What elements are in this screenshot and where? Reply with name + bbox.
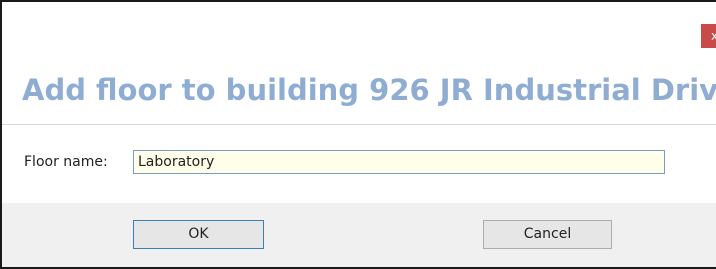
cancel-button[interactable]: Cancel: [483, 220, 612, 249]
ok-button[interactable]: OK: [133, 220, 264, 249]
floor-name-input[interactable]: [133, 150, 665, 174]
dialog-title: Add floor to building 926 JR Industrial …: [22, 73, 716, 107]
dialog-body: Floor name:: [2, 124, 716, 204]
close-button[interactable]: x: [701, 24, 716, 48]
dialog-footer: OK Cancel: [2, 203, 716, 267]
floor-name-label: Floor name:: [24, 154, 108, 170]
close-icon: x: [711, 29, 716, 43]
add-floor-dialog: x Add floor to building 926 JR Industria…: [0, 0, 716, 269]
